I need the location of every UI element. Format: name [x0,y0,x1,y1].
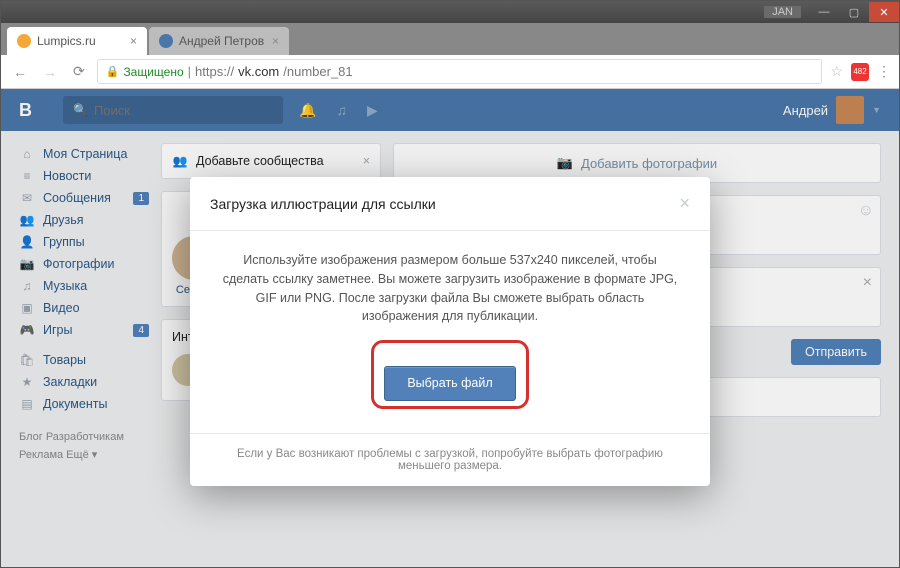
browser-tab[interactable]: Андрей Петров × [149,27,289,55]
nav-reload-button[interactable]: ⟳ [69,59,89,84]
choose-file-button[interactable]: Выбрать файл [384,366,515,401]
browser-tabbar: Lumpics.ru × Андрей Петров × [1,23,899,55]
modal-footer-text: Если у Вас возникают проблемы с загрузко… [190,434,710,486]
url-prefix: https:// [195,64,234,79]
window-close-button[interactable]: ✕ [869,2,899,22]
modal-body-text: Используйте изображения размером больше … [220,251,680,326]
secure-label: Защищено [123,65,183,79]
tab-close-icon[interactable]: × [272,34,279,48]
nav-back-button[interactable]: ← [9,60,31,84]
url-field[interactable]: 🔒 Защищено | https://vk.com/number_81 [97,59,823,84]
window-maximize-button[interactable]: ▢ [839,2,869,22]
modal-title: Загрузка иллюстрации для ссылки [210,196,436,212]
browser-tab[interactable]: Lumpics.ru × [7,27,147,55]
url-path: /number_81 [283,64,352,79]
close-icon[interactable]: × [679,193,690,214]
window-titlebar: JAN — ▢ ✕ [1,1,899,23]
modal-overlay: Загрузка иллюстрации для ссылки × Исполь… [1,89,899,567]
upload-modal: Загрузка иллюстрации для ссылки × Исполь… [190,177,710,486]
extension-badge-icon[interactable]: 482 [851,63,869,81]
url-domain: vk.com [238,64,279,79]
nav-forward-button[interactable]: → [39,60,61,84]
tab-title: Андрей Петров [179,34,264,48]
browser-menu-icon[interactable]: ⋮ [877,63,891,80]
favicon-icon [17,34,31,48]
window-minimize-button[interactable]: — [809,2,839,22]
tab-title: Lumpics.ru [37,34,96,48]
bookmark-star-icon[interactable]: ☆ [830,63,843,80]
lock-icon: 🔒 [106,65,120,78]
user-chip: JAN [764,6,801,18]
browser-addressbar: ← → ⟳ 🔒 Защищено | https://vk.com/number… [1,55,899,89]
highlight-annotation: Выбрать файл [371,340,528,409]
tab-close-icon[interactable]: × [130,34,137,48]
favicon-icon [159,34,173,48]
